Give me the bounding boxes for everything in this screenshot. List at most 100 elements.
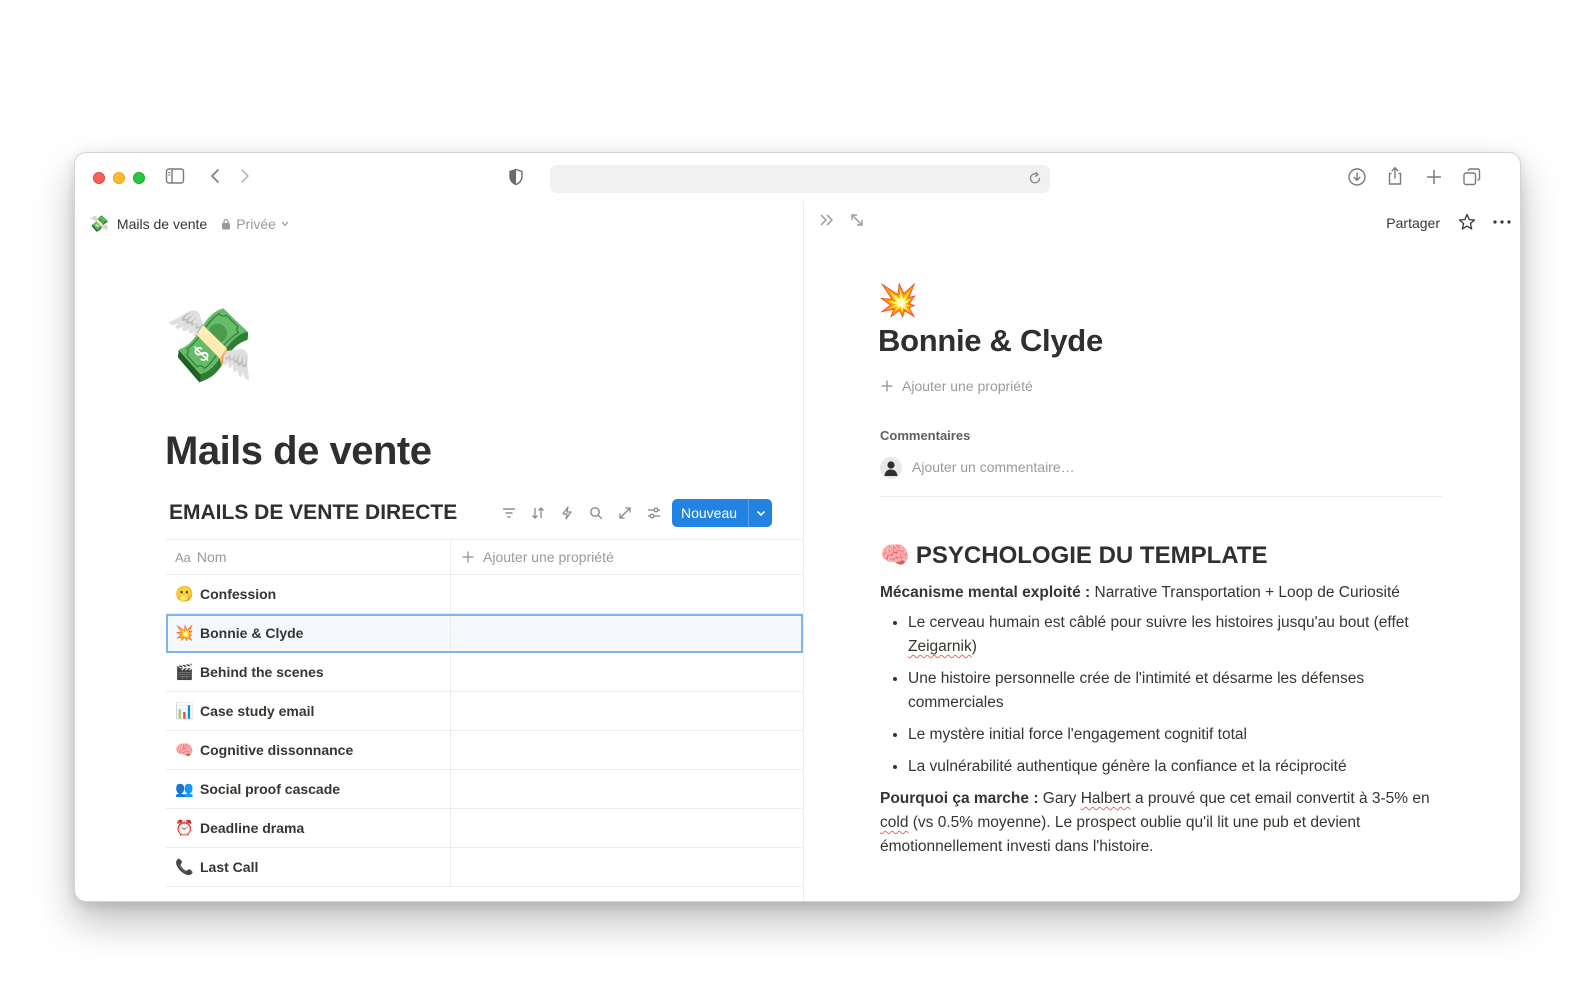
table-row[interactable]: 🫢 Confession bbox=[166, 575, 803, 614]
page-title[interactable]: Mails de vente bbox=[165, 429, 432, 474]
table-row[interactable]: 🧠 Cognitive dissonnance bbox=[166, 731, 803, 770]
row-name-cell[interactable]: 🎬 Behind the scenes bbox=[166, 653, 451, 691]
privacy-menu[interactable]: Privée bbox=[221, 216, 289, 232]
privacy-label: Privée bbox=[236, 216, 276, 232]
minimize-window-button[interactable] bbox=[113, 172, 125, 184]
row-empty-cell[interactable] bbox=[451, 848, 803, 886]
row-name-cell[interactable]: 📊 Case study email bbox=[166, 692, 451, 730]
mechanism-label: Mécanisme mental exploité : bbox=[880, 584, 1091, 601]
row-empty-cell[interactable] bbox=[451, 809, 803, 847]
table-row[interactable]: 📊 Case study email bbox=[166, 692, 803, 731]
avatar bbox=[880, 457, 902, 479]
bullet-list: Le cerveau humain est câblé pour suivre … bbox=[908, 611, 1442, 779]
reload-icon[interactable] bbox=[1028, 170, 1042, 191]
open-full-page-icon[interactable] bbox=[848, 211, 866, 234]
address-bar[interactable] bbox=[550, 165, 1050, 193]
database-table: Aa Nom Ajouter une propriété 🫢 Confession… bbox=[166, 539, 803, 887]
chevron-down-icon bbox=[281, 221, 289, 227]
lightning-icon[interactable] bbox=[557, 503, 576, 522]
row-name: Confession bbox=[200, 586, 277, 602]
row-emoji-icon: 👥 bbox=[175, 781, 194, 798]
comment-input[interactable]: Ajouter un commentaire… bbox=[912, 459, 1075, 475]
row-emoji-icon: 🎬 bbox=[175, 664, 194, 681]
add-property-button[interactable]: Ajouter une propriété bbox=[880, 378, 1033, 394]
page-icon[interactable]: 💥 bbox=[878, 281, 918, 319]
comments-heading: Commentaires bbox=[880, 428, 971, 443]
row-emoji-icon: 📊 bbox=[175, 703, 194, 720]
shield-icon[interactable] bbox=[508, 168, 524, 186]
row-empty-cell[interactable] bbox=[451, 653, 803, 691]
page-content[interactable]: Mécanisme mental exploité : Narrative Tr… bbox=[880, 581, 1442, 859]
maximize-window-button[interactable] bbox=[133, 172, 145, 184]
database-title[interactable]: EMAILS DE VENTE DIRECTE bbox=[169, 501, 457, 525]
sort-icon[interactable] bbox=[528, 503, 547, 522]
row-empty-cell[interactable] bbox=[451, 731, 803, 769]
mechanism-value: Narrative Transportation + Loop de Curio… bbox=[1090, 584, 1400, 601]
brain-icon: 🧠 bbox=[880, 542, 910, 569]
search-icon[interactable] bbox=[586, 503, 605, 522]
row-empty-cell[interactable] bbox=[451, 770, 803, 808]
sidebar-icon[interactable] bbox=[165, 167, 185, 185]
row-name: Case study email bbox=[200, 703, 315, 719]
table-row[interactable]: 👥 Social proof cascade bbox=[166, 770, 803, 809]
more-options-icon[interactable] bbox=[1492, 213, 1512, 236]
plus-icon bbox=[881, 380, 893, 392]
column-header-name[interactable]: Aa Nom bbox=[166, 540, 451, 574]
table-row[interactable]: ⏰ Deadline drama bbox=[166, 809, 803, 848]
close-peek-icon[interactable] bbox=[818, 211, 836, 234]
expand-icon[interactable] bbox=[615, 503, 634, 522]
row-name: Last Call bbox=[200, 859, 259, 875]
page-icon[interactable]: 💸 bbox=[165, 306, 255, 386]
database-toolbar bbox=[499, 503, 663, 522]
row-emoji-icon: 💥 bbox=[175, 625, 194, 642]
share-button[interactable]: Partager bbox=[1386, 215, 1440, 231]
row-name: Behind the scenes bbox=[200, 664, 324, 680]
tabs-icon[interactable] bbox=[1462, 167, 1482, 187]
settings-sliders-icon[interactable] bbox=[644, 503, 663, 522]
plus-icon bbox=[462, 551, 474, 563]
table-row[interactable]: 💥 Bonnie & Clyde bbox=[166, 614, 803, 653]
list-item: Le mystère initial force l'engagement co… bbox=[908, 723, 1442, 747]
row-name: Cognitive dissonnance bbox=[200, 742, 354, 758]
page-emoji-icon: 💸 bbox=[89, 216, 109, 233]
share-icon[interactable] bbox=[1386, 166, 1404, 186]
star-icon[interactable] bbox=[1458, 213, 1476, 236]
list-item: Le cerveau humain est câblé pour suivre … bbox=[908, 611, 1442, 659]
comment-composer[interactable]: Ajouter un commentaire… bbox=[880, 457, 1442, 497]
add-property-label: Ajouter une propriété bbox=[483, 549, 614, 565]
row-empty-cell[interactable] bbox=[451, 692, 803, 730]
close-window-button[interactable] bbox=[93, 172, 105, 184]
row-name: Social proof cascade bbox=[200, 781, 341, 797]
mechanism-paragraph: Mécanisme mental exploité : Narrative Tr… bbox=[880, 581, 1442, 605]
row-empty-cell[interactable] bbox=[451, 614, 803, 652]
section-heading-text: PSYCHOLOGIE DU TEMPLATE bbox=[915, 541, 1268, 569]
row-name-cell[interactable]: 🫢 Confession bbox=[166, 575, 451, 613]
row-name-cell[interactable]: 🧠 Cognitive dissonnance bbox=[166, 731, 451, 769]
new-tab-icon[interactable] bbox=[1425, 167, 1443, 187]
row-emoji-icon: ⏰ bbox=[175, 820, 194, 837]
table-row[interactable]: 🎬 Behind the scenes bbox=[166, 653, 803, 692]
breadcrumb: 💸 Mails de vente Privée bbox=[89, 213, 289, 235]
back-icon[interactable] bbox=[209, 167, 221, 185]
row-name: Bonnie & Clyde bbox=[200, 625, 304, 641]
table-row[interactable]: 📞 Last Call bbox=[166, 848, 803, 887]
download-icon[interactable] bbox=[1347, 167, 1367, 187]
filter-icon[interactable] bbox=[499, 503, 518, 522]
row-empty-cell[interactable] bbox=[451, 575, 803, 613]
breadcrumb-page-title[interactable]: Mails de vente bbox=[117, 216, 207, 232]
text-property-icon: Aa bbox=[175, 549, 191, 565]
row-name-cell[interactable]: 📞 Last Call bbox=[166, 848, 451, 886]
chevron-down-icon[interactable] bbox=[749, 510, 772, 517]
row-emoji-icon: 🧠 bbox=[175, 742, 194, 759]
database-page: 💸 Mails de vente Privée 💸 Mails de vente… bbox=[75, 201, 803, 901]
row-name-cell[interactable]: 👥 Social proof cascade bbox=[166, 770, 451, 808]
new-button[interactable]: Nouveau bbox=[672, 499, 772, 527]
peek-page-title[interactable]: Bonnie & Clyde bbox=[878, 323, 1103, 359]
forward-icon[interactable] bbox=[239, 167, 251, 185]
side-peek-panel: Partager 💥 Bonnie & Clyde Ajouter une pr… bbox=[803, 201, 1520, 901]
add-property-button[interactable]: Ajouter une propriété bbox=[451, 549, 614, 565]
new-button-label: Nouveau bbox=[681, 505, 738, 521]
why-paragraph: Pourquoi ça marche : Gary Halbert a prou… bbox=[880, 787, 1442, 859]
row-name-cell[interactable]: 💥 Bonnie & Clyde bbox=[166, 614, 451, 652]
row-name-cell[interactable]: ⏰ Deadline drama bbox=[166, 809, 451, 847]
